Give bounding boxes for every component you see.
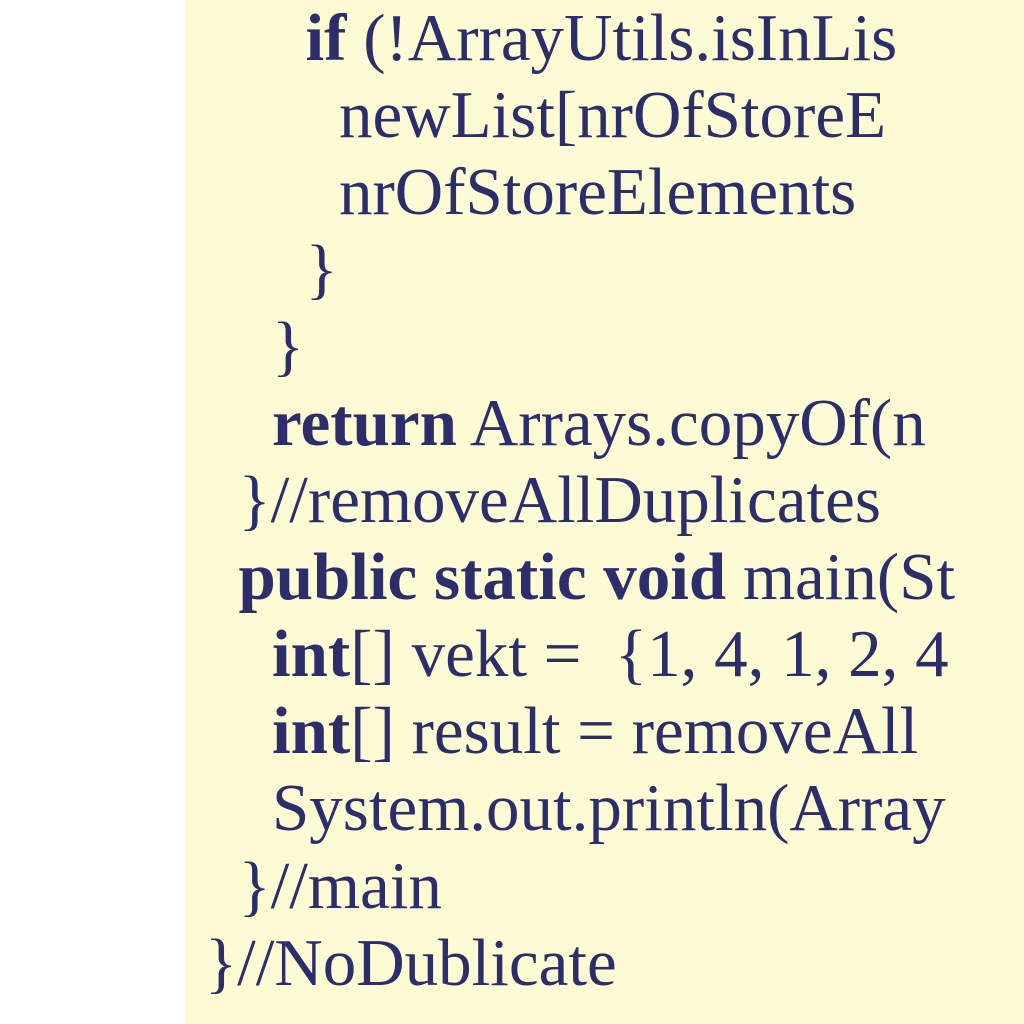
code-area: if (!ArrayUtils.isInLis newList[nrOfStor… (185, 0, 1024, 1024)
code-line-3: } (205, 231, 1024, 308)
code-line-12: }//main (205, 848, 1024, 925)
left-margin (0, 0, 185, 1024)
code-line-8: public static void main(St (205, 539, 1024, 616)
code-line-4: } (205, 308, 1024, 385)
code-line-1: newList[nrOfStoreE (205, 77, 1024, 154)
code-line-2: nrOfStoreElements (205, 154, 1024, 231)
code-line-10: int[] result = removeAll (205, 693, 1024, 770)
code-line-6: }//removeAllDuplicates (205, 462, 1024, 539)
code-line-5: return Arrays.copyOf(n (205, 385, 1024, 462)
code-line-11: System.out.println(Array (205, 770, 1024, 847)
code-line-9: int[] vekt = {1, 4, 1, 2, 4 (205, 616, 1024, 693)
code-line-13: }//NoDublicate (205, 925, 1024, 1002)
code-line-0: if (!ArrayUtils.isInLis (205, 0, 1024, 77)
